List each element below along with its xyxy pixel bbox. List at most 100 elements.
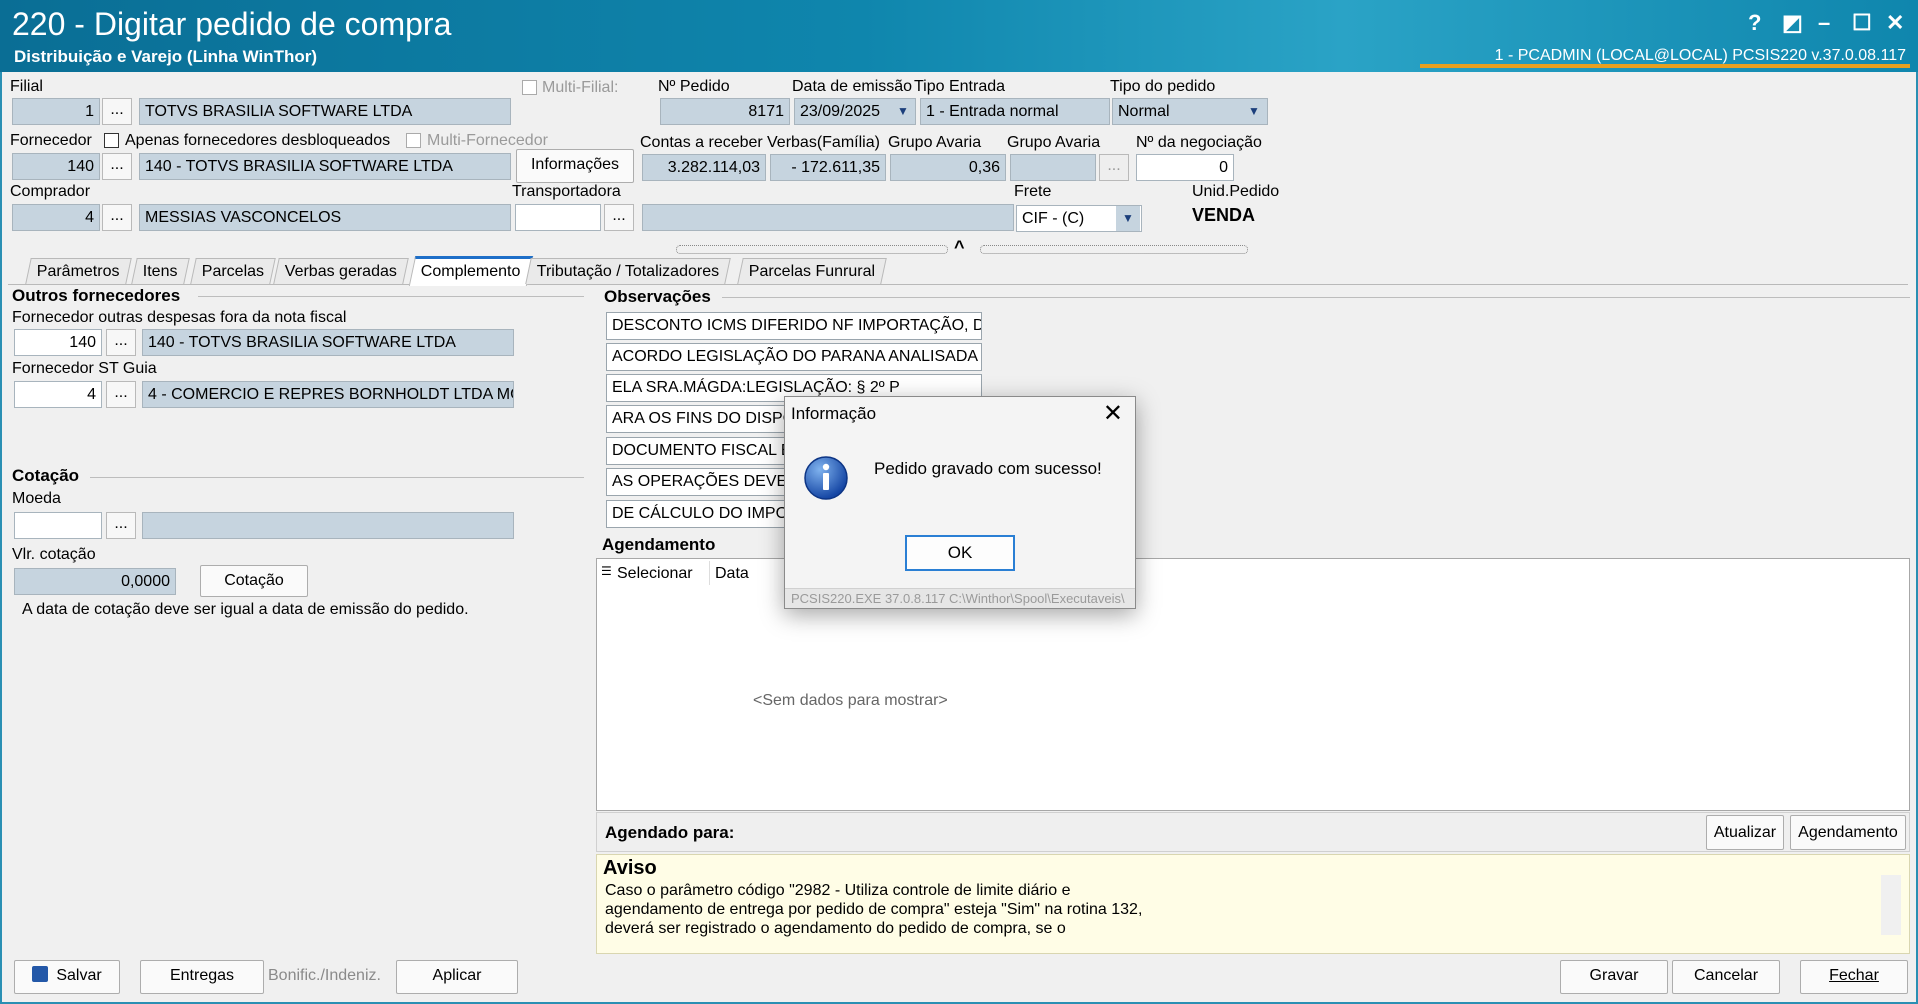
col-data-header[interactable]: Data bbox=[715, 565, 749, 583]
agendamento-title: Agendamento bbox=[602, 535, 716, 554]
despesas-label: Fornecedor outras despesas fora da nota … bbox=[12, 309, 347, 326]
informacoes-button[interactable]: Informações bbox=[516, 149, 634, 183]
contas-receber-label: Contas a receber bbox=[640, 134, 763, 151]
filial-code-field[interactable]: 1 bbox=[12, 98, 100, 125]
floppy-disk-icon bbox=[32, 966, 49, 982]
grupo-avaria-field-2 bbox=[1010, 154, 1096, 181]
num-negociacao-label: Nº da negociação bbox=[1136, 134, 1262, 151]
st-guia-code-field[interactable]: 4 bbox=[14, 381, 102, 408]
aplicar-button[interactable]: Aplicar bbox=[396, 960, 518, 994]
col-divider bbox=[709, 561, 710, 585]
multi-fornecedor-checkbox[interactable] bbox=[406, 133, 421, 148]
fornecedor-lookup-button[interactable]: ... bbox=[102, 153, 132, 180]
collapse-icon[interactable]: ^ bbox=[954, 237, 965, 258]
tab-verbas-geradas[interactable]: Verbas geradas bbox=[273, 258, 409, 284]
maximize-icon[interactable]: ☐ bbox=[1852, 10, 1872, 36]
cotacao-note: A data de cotação deve ser igual a data … bbox=[22, 601, 469, 618]
multi-filial-checkbox[interactable] bbox=[522, 80, 537, 95]
window-title: 220 - Digitar pedido de compra bbox=[12, 6, 452, 42]
cotacao-title: Cotação bbox=[12, 466, 80, 485]
despesas-code-field[interactable]: 140 bbox=[14, 329, 102, 356]
tab-parcelas[interactable]: Parcelas bbox=[190, 258, 277, 284]
cancelar-button[interactable]: Cancelar bbox=[1672, 960, 1780, 994]
tipo-entrada-label: Tipo Entrada bbox=[914, 78, 1006, 95]
grupo-avaria-lookup-button[interactable]: ... bbox=[1099, 154, 1129, 181]
tab-itens[interactable]: Itens bbox=[131, 258, 190, 284]
tab-label: Complemento bbox=[420, 263, 521, 280]
observacao-line-2[interactable]: ACORDO LEGISLAÇÃO DO PARANA ANALISADA P bbox=[606, 343, 982, 371]
fechar-button[interactable]: Fechar bbox=[1800, 960, 1908, 994]
group-divider bbox=[198, 296, 584, 297]
splitter-right[interactable] bbox=[980, 245, 1248, 254]
filial-name-field: TOTVS BRASILIA SOFTWARE LTDA bbox=[139, 98, 511, 125]
ok-button[interactable]: OK bbox=[905, 535, 1015, 571]
fornecedor-name-field: 140 - TOTVS BRASILIA SOFTWARE LTDA bbox=[139, 153, 511, 180]
cotacao-button[interactable]: Cotação bbox=[200, 565, 308, 597]
moeda-lookup-button[interactable]: ... bbox=[106, 512, 136, 539]
date-dropdown-icon[interactable]: ▼ bbox=[891, 99, 915, 124]
tipo-pedido-label: Tipo do pedido bbox=[1110, 78, 1216, 95]
verbas-label: Verbas(Família) bbox=[767, 134, 880, 151]
minimize-icon[interactable]: – bbox=[1818, 10, 1830, 36]
tipo-entrada-field[interactable]: 1 - Entrada normal bbox=[920, 98, 1110, 125]
st-guia-lookup-button[interactable]: ... bbox=[106, 381, 136, 408]
despesas-lookup-button[interactable]: ... bbox=[106, 329, 136, 356]
agendado-para-label: Agendado para: bbox=[605, 823, 735, 842]
splitter-left[interactable] bbox=[676, 245, 948, 254]
tipo-pedido-dropdown-icon[interactable]: ▼ bbox=[1242, 99, 1266, 124]
st-guia-label: Fornecedor ST Guia bbox=[12, 360, 157, 377]
bonific-indeniz-button[interactable]: Bonific./Indeniz. bbox=[268, 967, 381, 985]
entregas-button[interactable]: Entregas bbox=[140, 960, 264, 994]
atualizar-button[interactable]: Atualizar bbox=[1706, 815, 1784, 850]
comprador-lookup-button[interactable]: ... bbox=[102, 204, 132, 231]
num-pedido-field[interactable]: 8171 bbox=[660, 98, 790, 125]
tab-label: Itens bbox=[142, 263, 178, 280]
dialog-status: PCSIS220.EXE 37.0.8.117 C:\Winthor\Spool… bbox=[785, 588, 1135, 608]
num-negociacao-field[interactable]: 0 bbox=[1136, 154, 1234, 181]
info-dialog: Informação ✕ Pedido gravado com sucesso!… bbox=[784, 396, 1136, 609]
restore-alt-icon[interactable]: ◩ bbox=[1782, 10, 1803, 36]
col-selecionar-header[interactable]: Selecionar bbox=[617, 565, 693, 583]
contas-receber-field: 3.282.114,03 bbox=[642, 154, 766, 181]
observacoes-title: Observações bbox=[604, 287, 711, 306]
transportadora-label: Transportadora bbox=[512, 183, 621, 200]
num-pedido-label: Nº Pedido bbox=[658, 78, 730, 95]
grid-empty-text: <Sem dados para mostrar> bbox=[753, 692, 948, 709]
fornecedor-code-field[interactable]: 140 bbox=[12, 153, 100, 180]
dialog-close-icon[interactable]: ✕ bbox=[1103, 399, 1123, 428]
transportadora-name-field bbox=[642, 204, 1014, 231]
session-info: 1 - PCADMIN (LOCAL@LOCAL) PCSIS220 v.37.… bbox=[1494, 47, 1906, 64]
aviso-scrollbar[interactable] bbox=[1881, 875, 1901, 935]
tab-parametros[interactable]: Parâmetros bbox=[25, 258, 132, 284]
moeda-code-field[interactable] bbox=[14, 512, 102, 539]
verbas-field: - 172.611,35 bbox=[770, 154, 886, 181]
dialog-title: Informação bbox=[791, 404, 877, 423]
fornecedor-label: Fornecedor bbox=[10, 132, 92, 149]
unid-pedido-value: VENDA bbox=[1192, 205, 1256, 225]
agendamento-button[interactable]: Agendamento bbox=[1790, 815, 1906, 850]
comprador-name-field: MESSIAS VASCONCELOS bbox=[139, 204, 511, 231]
tab-complemento[interactable]: Complemento bbox=[408, 256, 533, 286]
grid-menu-icon[interactable]: ☰ bbox=[601, 564, 612, 578]
tab-tributacao-totalizadores[interactable]: Tributação / Totalizadores bbox=[525, 258, 732, 284]
filial-lookup-button[interactable]: ... bbox=[102, 98, 132, 125]
apenas-desbloqueados-checkbox[interactable] bbox=[104, 133, 119, 148]
moeda-label: Moeda bbox=[12, 490, 61, 507]
vlr-cotacao-field[interactable]: 0,0000 bbox=[14, 568, 176, 595]
moeda-name-field bbox=[142, 512, 514, 539]
help-icon[interactable]: ? bbox=[1748, 10, 1761, 36]
filial-label: Filial bbox=[10, 78, 43, 95]
multi-fornecedor-label: Multi-Fornecedor bbox=[427, 132, 548, 149]
tab-label: Parâmetros bbox=[36, 263, 120, 280]
close-icon[interactable]: ✕ bbox=[1886, 10, 1904, 36]
gravar-button[interactable]: Gravar bbox=[1560, 960, 1668, 994]
transportadora-code-field[interactable] bbox=[515, 204, 601, 231]
st-guia-name-field: 4 - COMERCIO E REPRES BORNHOLDT LTDA MON… bbox=[142, 381, 514, 408]
tab-parcelas-funrural[interactable]: Parcelas Funrural bbox=[737, 258, 888, 284]
transportadora-lookup-button[interactable]: ... bbox=[604, 204, 634, 231]
info-icon bbox=[803, 455, 849, 501]
frete-dropdown-icon[interactable]: ▼ bbox=[1116, 206, 1140, 231]
salvar-button[interactable]: Salvar bbox=[14, 960, 120, 994]
observacao-line-1[interactable]: DESCONTO ICMS DIFERIDO NF IMPORTAÇÃO, DE bbox=[606, 312, 982, 340]
comprador-code-field[interactable]: 4 bbox=[12, 204, 100, 231]
